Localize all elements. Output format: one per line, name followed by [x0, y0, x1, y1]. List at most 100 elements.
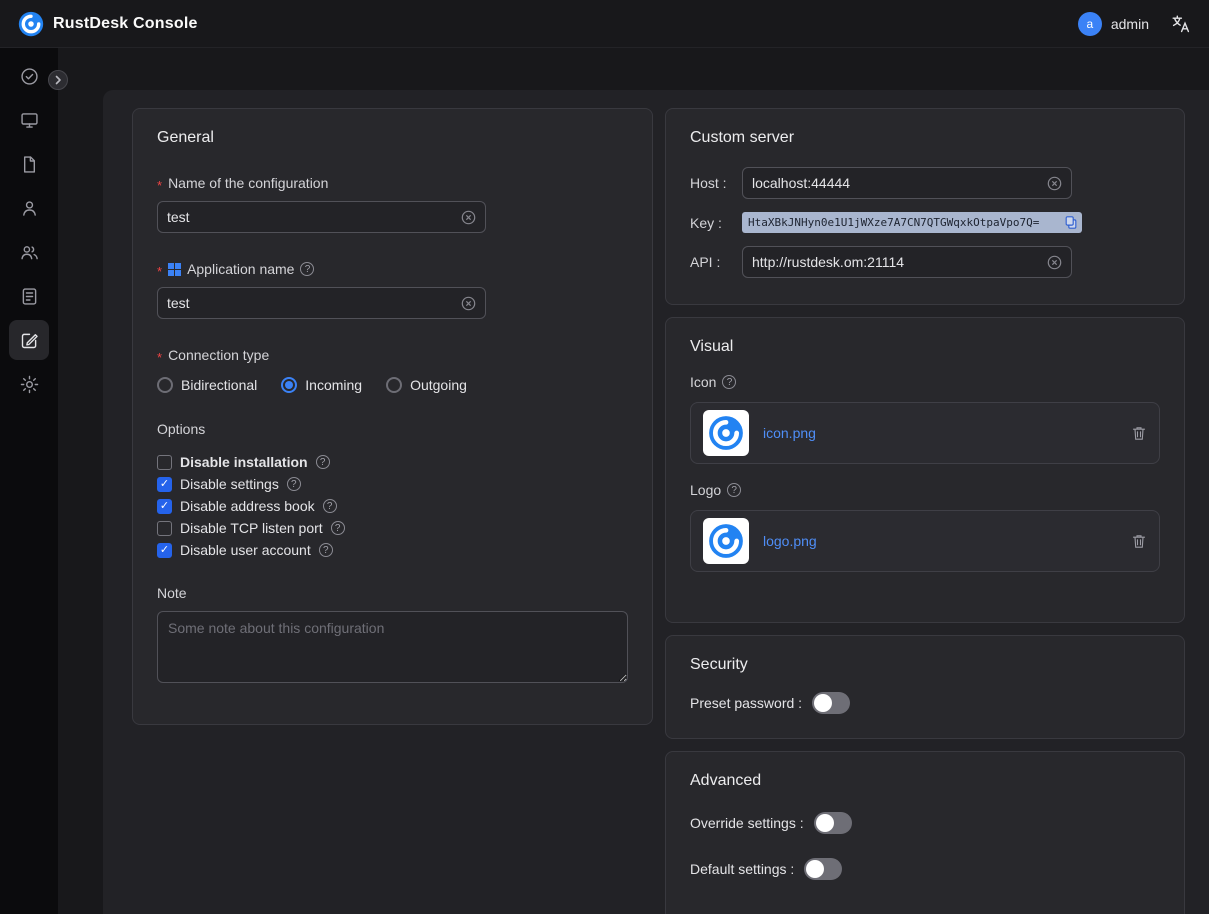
users-group-icon: [19, 242, 40, 263]
logo-label-row: Logo: [690, 482, 1160, 498]
advanced-title: Advanced: [690, 772, 1160, 790]
checkbox-box[interactable]: [157, 477, 172, 492]
icon-label-row: Icon: [690, 374, 1160, 390]
trash-icon[interactable]: [1131, 533, 1147, 550]
topbar-right: a admin: [1078, 12, 1191, 36]
rustdesk-console-app: RustDesk Console a admin: [0, 0, 1209, 914]
checkbox-box[interactable]: [157, 521, 172, 536]
sidebar-item-users[interactable]: [9, 188, 49, 228]
checkbox-disable-installation[interactable]: Disable installation: [157, 451, 628, 473]
user-icon: [19, 198, 40, 219]
user-menu[interactable]: a admin: [1078, 12, 1149, 36]
host-label: Host :: [690, 175, 742, 191]
monitor-icon: [19, 110, 40, 131]
logo-label: Logo: [690, 482, 721, 498]
help-icon[interactable]: [316, 455, 330, 469]
application-name-input-wrap: [157, 287, 486, 319]
windows-icon: [168, 263, 181, 276]
checkbox-label: Disable installation: [180, 454, 308, 470]
checkbox-box[interactable]: [157, 499, 172, 514]
visual-title: Visual: [690, 338, 1160, 356]
note-textarea[interactable]: [157, 611, 628, 683]
radio-circle[interactable]: [386, 377, 402, 393]
host-row: Host :: [690, 167, 1160, 199]
api-input[interactable]: [752, 254, 1047, 270]
preset-password-row: Preset password :: [690, 692, 1160, 714]
connection-type-label: * Connection type: [157, 347, 628, 363]
radio-label: Incoming: [305, 377, 362, 393]
radio-bidirectional[interactable]: Bidirectional: [157, 377, 257, 393]
check-circle-icon: [19, 66, 40, 87]
icon-preview: [703, 410, 749, 456]
general-card: General * Name of the configuration: [132, 108, 653, 725]
checkbox-label: Disable TCP listen port: [180, 520, 323, 536]
main-panel: General * Name of the configuration: [103, 90, 1209, 914]
gear-icon: [19, 374, 40, 395]
radio-outgoing[interactable]: Outgoing: [386, 377, 467, 393]
radio-label: Outgoing: [410, 377, 467, 393]
toggle-knob: [814, 694, 832, 712]
application-name-label: * Application name: [157, 261, 628, 277]
avatar[interactable]: a: [1078, 12, 1102, 36]
visual-card: Visual Icon icon.png: [665, 317, 1185, 623]
sidebar-item-custom-clients[interactable]: [9, 320, 49, 360]
help-icon[interactable]: [319, 543, 333, 557]
sidebar-item-settings[interactable]: [9, 364, 49, 404]
sidebar-item-devices[interactable]: [9, 100, 49, 140]
sidebar-item-status[interactable]: [9, 56, 49, 96]
help-icon[interactable]: [287, 477, 301, 491]
help-icon[interactable]: [331, 521, 345, 535]
key-value-box[interactable]: HtaXBkJNHyn0e1U1jWXze7A7CN7QTGWqxkOtpaVp…: [742, 212, 1082, 233]
required-asterisk: *: [157, 351, 162, 364]
sidebar-item-groups[interactable]: [9, 232, 49, 272]
clear-icon[interactable]: [461, 296, 476, 311]
radio-circle[interactable]: [281, 377, 297, 393]
chevron-right-icon: [53, 75, 63, 85]
api-input-wrap: [742, 246, 1072, 278]
radio-incoming[interactable]: Incoming: [281, 377, 362, 393]
sidebar-item-audit-log[interactable]: [9, 276, 49, 316]
help-icon[interactable]: [727, 483, 741, 497]
security-card: Security Preset password :: [665, 635, 1185, 739]
advanced-card: Advanced Override settings : Default set…: [665, 751, 1185, 914]
toggle-knob: [816, 814, 834, 832]
config-name-input[interactable]: [167, 209, 461, 225]
app-title: RustDesk Console: [53, 15, 198, 33]
checkbox-disable-address-book[interactable]: Disable address book: [157, 495, 628, 517]
default-settings-toggle[interactable]: [804, 858, 842, 880]
general-title: General: [157, 129, 628, 147]
checkbox-label: Disable address book: [180, 498, 315, 514]
logo-preview: [703, 518, 749, 564]
checkbox-disable-tcp-listen-port[interactable]: Disable TCP listen port: [157, 517, 628, 539]
clear-icon[interactable]: [461, 210, 476, 225]
help-icon[interactable]: [722, 375, 736, 389]
edit-square-icon: [19, 330, 40, 351]
sidebar-expand-button[interactable]: [48, 70, 68, 90]
host-input[interactable]: [752, 175, 1047, 191]
right-column: Custom server Host :: [665, 108, 1185, 914]
required-asterisk: *: [157, 179, 162, 192]
radio-circle[interactable]: [157, 377, 173, 393]
checkbox-box[interactable]: [157, 455, 172, 470]
application-name-input[interactable]: [167, 295, 461, 311]
checkbox-disable-user-account[interactable]: Disable user account: [157, 539, 628, 561]
copy-icon[interactable]: [1064, 215, 1078, 230]
toggle-knob: [806, 860, 824, 878]
trash-icon[interactable]: [1131, 425, 1147, 442]
required-asterisk: *: [157, 265, 162, 278]
sidebar-item-documents[interactable]: [9, 144, 49, 184]
preset-password-toggle[interactable]: [812, 692, 850, 714]
checkbox-box[interactable]: [157, 543, 172, 558]
logo-file-link[interactable]: logo.png: [763, 533, 817, 549]
override-settings-toggle[interactable]: [814, 812, 852, 834]
icon-upload-box: icon.png: [690, 402, 1160, 464]
clear-icon[interactable]: [1047, 255, 1062, 270]
checkbox-disable-settings[interactable]: Disable settings: [157, 473, 628, 495]
help-icon[interactable]: [300, 262, 314, 276]
custom-server-card: Custom server Host :: [665, 108, 1185, 305]
config-name-input-wrap: [157, 201, 486, 233]
clear-icon[interactable]: [1047, 176, 1062, 191]
icon-file-link[interactable]: icon.png: [763, 425, 816, 441]
translate-icon[interactable]: [1171, 14, 1191, 34]
help-icon[interactable]: [323, 499, 337, 513]
